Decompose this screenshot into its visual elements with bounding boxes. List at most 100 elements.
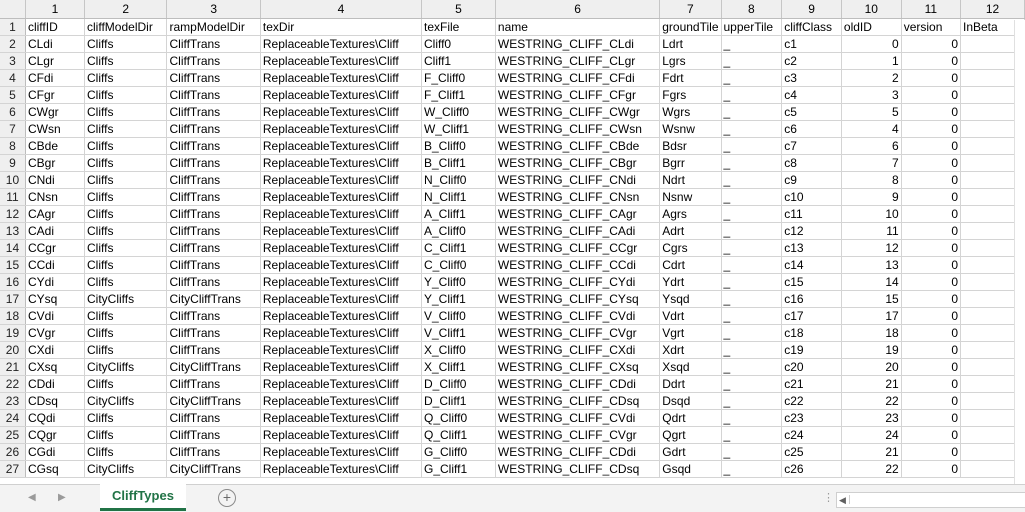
cell[interactable]: 0: [901, 154, 962, 172]
cell[interactable]: _: [721, 324, 783, 342]
cell[interactable]: _: [721, 86, 783, 104]
cell[interactable]: 0: [901, 443, 962, 461]
row-header[interactable]: 14: [0, 239, 26, 257]
cell[interactable]: CityCliffTrans: [166, 358, 261, 376]
cell[interactable]: CliffTrans: [166, 222, 261, 240]
cell[interactable]: _: [721, 154, 783, 172]
cell[interactable]: CliffTrans: [166, 154, 261, 172]
cell[interactable]: version: [901, 18, 962, 36]
cell[interactable]: c21: [781, 375, 842, 393]
cell[interactable]: ReplaceableTextures\Cliff: [260, 171, 422, 189]
cell[interactable]: _: [721, 222, 783, 240]
cell[interactable]: CliffTrans: [166, 120, 261, 138]
cell[interactable]: WESTRING_CLIFF_CCgr: [495, 239, 661, 257]
cell[interactable]: Cliffs: [84, 171, 168, 189]
vertical-scrollbar[interactable]: [1014, 20, 1025, 484]
cell[interactable]: V_Cliff1: [421, 324, 496, 342]
cell[interactable]: Ndrt: [659, 171, 722, 189]
cell[interactable]: 0: [901, 222, 962, 240]
cell[interactable]: WESTRING_CLIFF_CLdi: [495, 35, 661, 53]
row-header[interactable]: 20: [0, 341, 26, 359]
cell[interactable]: 22: [841, 392, 902, 410]
cell[interactable]: WESTRING_CLIFF_CNdi: [495, 171, 661, 189]
cell[interactable]: ReplaceableTextures\Cliff: [260, 103, 422, 121]
row-header[interactable]: 3: [0, 52, 26, 70]
tab-splitter-icon[interactable]: ⋮: [823, 491, 834, 504]
cell[interactable]: 9: [841, 188, 902, 206]
cell[interactable]: ReplaceableTextures\Cliff: [260, 205, 422, 223]
cell[interactable]: CliffTrans: [166, 256, 261, 274]
cell[interactable]: Cliffs: [84, 256, 168, 274]
cell[interactable]: 22: [841, 460, 902, 478]
cell[interactable]: CVgr: [25, 324, 86, 342]
cell[interactable]: CliffTrans: [166, 35, 261, 53]
cell[interactable]: c13: [781, 239, 842, 257]
cell[interactable]: ReplaceableTextures\Cliff: [260, 290, 422, 308]
cell[interactable]: ReplaceableTextures\Cliff: [260, 137, 422, 155]
cell[interactable]: ReplaceableTextures\Cliff: [260, 256, 422, 274]
cell[interactable]: ReplaceableTextures\Cliff: [260, 460, 422, 478]
cell[interactable]: Cliffs: [84, 273, 168, 291]
row-header[interactable]: 12: [0, 205, 26, 223]
cell[interactable]: 21: [841, 443, 902, 461]
cell[interactable]: G_Cliff0: [421, 443, 496, 461]
cell[interactable]: Cliffs: [84, 120, 168, 138]
cell[interactable]: WESTRING_CLIFF_CFdi: [495, 69, 661, 87]
cell[interactable]: _: [721, 188, 783, 206]
cell[interactable]: Lgrs: [659, 52, 722, 70]
select-all-corner[interactable]: [0, 0, 26, 19]
cell[interactable]: _: [721, 358, 783, 376]
cell[interactable]: c4: [781, 86, 842, 104]
column-header[interactable]: 11: [901, 0, 962, 19]
cell[interactable]: CLgr: [25, 52, 86, 70]
cell[interactable]: WESTRING_CLIFF_CWgr: [495, 103, 661, 121]
cell[interactable]: WESTRING_CLIFF_CWsn: [495, 120, 661, 138]
row-header[interactable]: 26: [0, 443, 26, 461]
row-header[interactable]: 2: [0, 35, 26, 53]
cell[interactable]: ReplaceableTextures\Cliff: [260, 222, 422, 240]
cell[interactable]: WESTRING_CLIFF_CAdi: [495, 222, 661, 240]
cell[interactable]: 1: [841, 52, 902, 70]
cell[interactable]: _: [721, 137, 783, 155]
cell[interactable]: Wgrs: [659, 103, 722, 121]
cell[interactable]: CNsn: [25, 188, 86, 206]
cell[interactable]: 24: [841, 426, 902, 444]
row-header[interactable]: 22: [0, 375, 26, 393]
cell[interactable]: Cliff1: [421, 52, 496, 70]
cell[interactable]: 20: [841, 358, 902, 376]
cell[interactable]: CGdi: [25, 443, 86, 461]
cell[interactable]: 10: [841, 205, 902, 223]
cell[interactable]: WESTRING_CLIFF_CYsq: [495, 290, 661, 308]
cell[interactable]: Cliffs: [84, 35, 168, 53]
cell[interactable]: 0: [901, 324, 962, 342]
cell[interactable]: CCgr: [25, 239, 86, 257]
cell[interactable]: 0: [901, 188, 962, 206]
cell[interactable]: WESTRING_CLIFF_CDsq: [495, 392, 661, 410]
cell[interactable]: CXdi: [25, 341, 86, 359]
cell[interactable]: 6: [841, 137, 902, 155]
cell[interactable]: CBgr: [25, 154, 86, 172]
cell[interactable]: 19: [841, 341, 902, 359]
cell[interactable]: CliffTrans: [166, 103, 261, 121]
cell[interactable]: Cliffs: [84, 154, 168, 172]
cell[interactable]: Fdrt: [659, 69, 722, 87]
cell[interactable]: WESTRING_CLIFF_CLgr: [495, 52, 661, 70]
cell[interactable]: WESTRING_CLIFF_CDdi: [495, 443, 661, 461]
cell[interactable]: 17: [841, 307, 902, 325]
cell[interactable]: Cliffs: [84, 86, 168, 104]
cell[interactable]: texDir: [260, 18, 422, 36]
cell[interactable]: CityCliffTrans: [166, 392, 261, 410]
cell[interactable]: Bdsr: [659, 137, 722, 155]
cell[interactable]: F_Cliff1: [421, 86, 496, 104]
column-header[interactable]: 10: [841, 0, 902, 19]
cell[interactable]: ReplaceableTextures\Cliff: [260, 86, 422, 104]
cell[interactable]: 0: [901, 205, 962, 223]
column-header[interactable]: 1: [25, 0, 86, 19]
row-header[interactable]: 13: [0, 222, 26, 240]
cell[interactable]: CLdi: [25, 35, 86, 53]
cell[interactable]: Bgrr: [659, 154, 722, 172]
cell[interactable]: 13: [841, 256, 902, 274]
sheet-tab-clifftypes[interactable]: CliffTypes: [100, 484, 186, 511]
cell[interactable]: ReplaceableTextures\Cliff: [260, 341, 422, 359]
cell[interactable]: 0: [901, 273, 962, 291]
